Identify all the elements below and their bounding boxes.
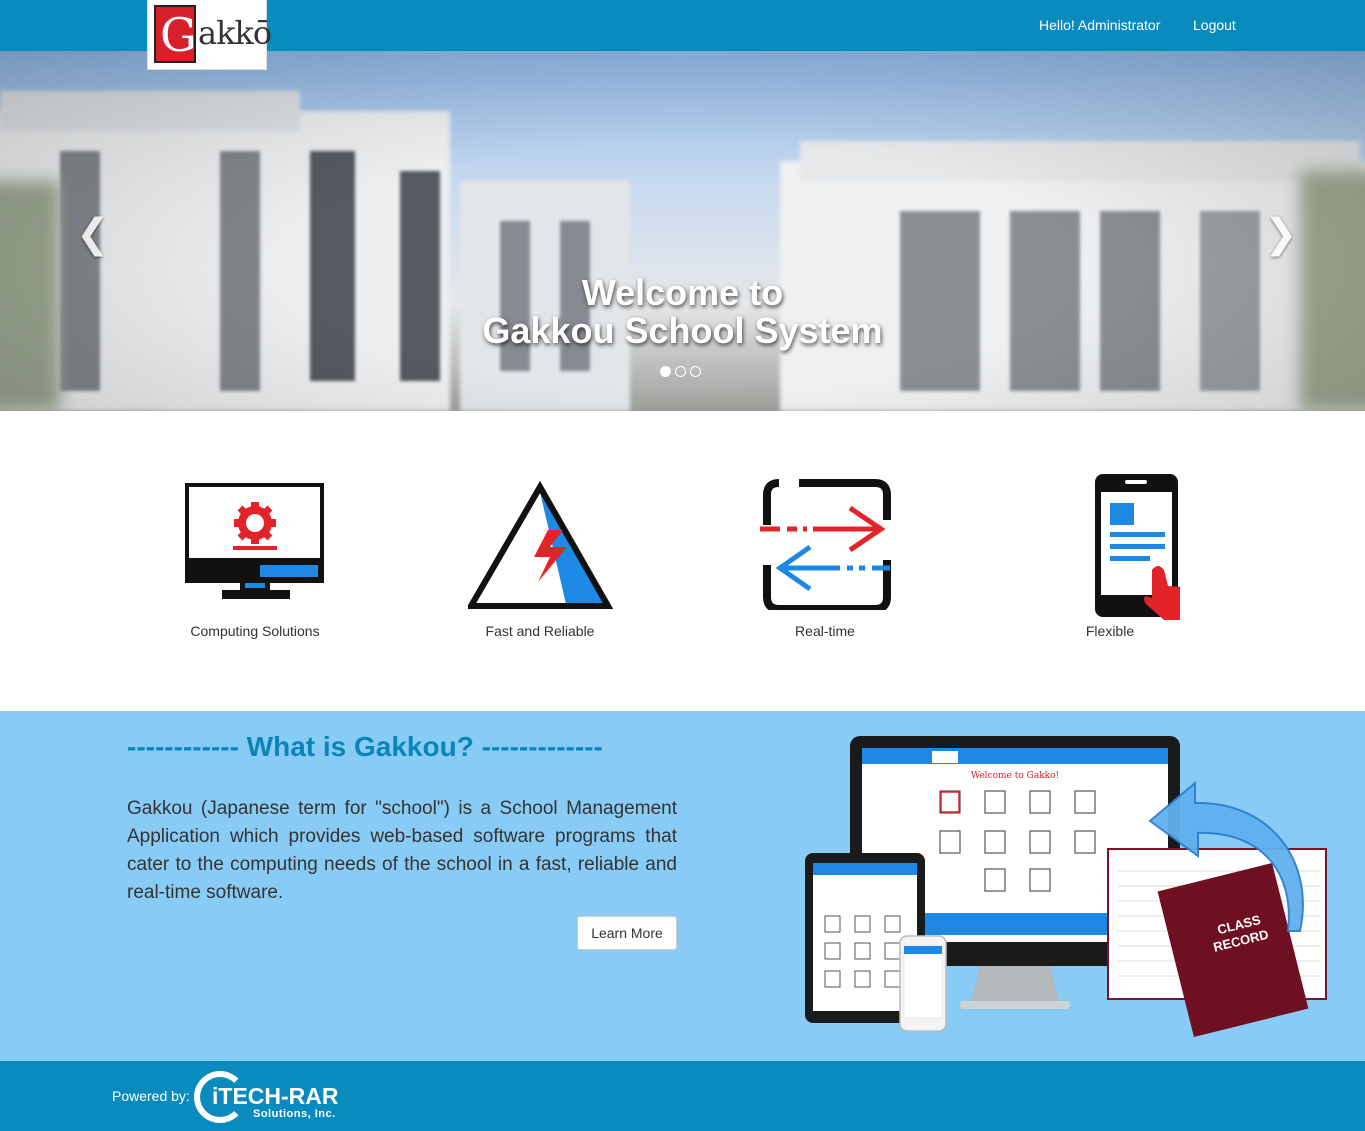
carousel-dot-3[interactable] [690,366,701,377]
carousel-dot-1[interactable] [660,366,671,377]
footer: Powered by: iTECH-RAR Solutions, Inc. [0,1061,1365,1131]
carousel-next-icon[interactable]: ❯ [1264,211,1298,257]
feature-fast [430,470,650,610]
carousel-prev-icon[interactable]: ❮ [76,211,110,257]
logo-text: akkō [198,14,272,52]
logo-g-box: G [154,5,197,63]
feature-label-fast: Fast and Reliable [485,623,595,639]
monitor-gear-icon [185,483,324,599]
greeting-text: Hello! Administrator [1039,17,1161,33]
company-name: iTECH-RAR [212,1083,339,1109]
powered-by-label: Powered by: [112,1088,190,1104]
logo-initial: G [160,8,197,62]
hero-title-line2: Gakkou School System [482,310,883,351]
about-title: ------------ What is Gakkou? -----------… [127,731,603,762]
hero-carousel: ❮ ❯ Welcome to Gakkou School System [0,51,1365,411]
feature-computing [145,470,365,600]
feature-label-computing: Computing Solutions [190,623,320,639]
about-description: Gakkou (Japanese term for "school") is a… [127,798,677,903]
carousel-indicators [660,364,705,377]
feature-flexible [1000,470,1220,620]
sync-arrows-icon [760,479,891,610]
logout-link[interactable]: Logout [1193,17,1236,33]
learn-more-button[interactable]: Learn More [577,916,677,950]
devices-illustration: Welcome to Gakko! CLASS RECORD [805,736,1327,1038]
about-section: ------------ What is Gakkou? -----------… [0,711,1365,1061]
mobile-touch-icon [1095,474,1180,620]
illustration-screen-title: Welcome to Gakko! [971,771,1059,781]
feature-label-realtime: Real-time [795,623,855,639]
company-subtitle: Solutions, Inc. [253,1108,336,1120]
gakko-logo[interactable]: G akkō [147,0,272,70]
lightning-triangle-icon [467,480,613,609]
feature-label-flexible: Flexible [1085,623,1135,639]
feature-realtime [715,470,935,610]
hero-vignette [0,51,1365,411]
carousel-dot-2[interactable] [675,366,686,377]
hero-title-line1: Welcome to [581,272,784,313]
